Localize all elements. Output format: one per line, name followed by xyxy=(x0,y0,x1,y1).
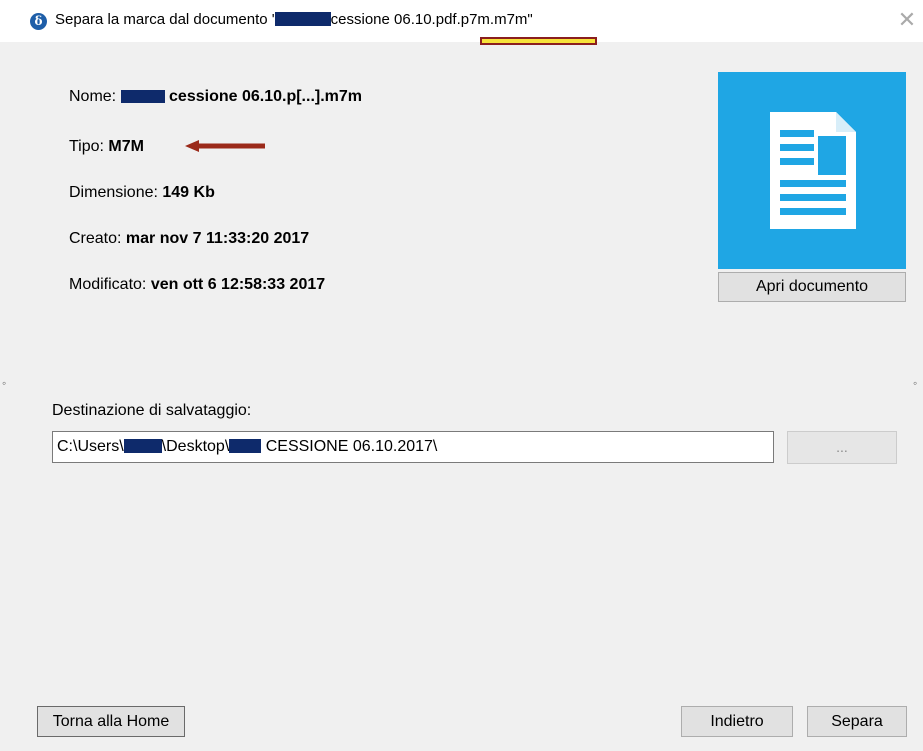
file-modified-row: Modificato: ven ott 6 12:58:33 2017 xyxy=(69,276,325,294)
file-name-label: Nome: xyxy=(69,88,121,105)
file-name-value: cessione 06.10.p[...].m7m xyxy=(169,88,363,105)
file-type-value: M7M xyxy=(108,138,144,155)
file-name-row: Nome: cessione 06.10.p[...].m7m xyxy=(69,88,362,106)
split-button[interactable]: Separa xyxy=(807,706,907,737)
file-size-row: Dimensione: 149 Kb xyxy=(69,184,215,202)
file-type-row: Tipo: M7M xyxy=(69,138,144,156)
path-part-users: C:\Users\ xyxy=(57,438,124,455)
file-modified-value: ven ott 6 12:58:33 2017 xyxy=(150,276,326,293)
redaction-box xyxy=(229,439,262,453)
app-icon: δ xyxy=(30,13,47,30)
title-bar: δ Separa la marca dal documento ' cession… xyxy=(0,0,923,42)
destination-path-input[interactable]: C:\Users\ \Desktop\ CESSIONE 06.10.2017\ xyxy=(52,431,774,463)
redaction-box xyxy=(123,439,162,453)
highlight-annotation xyxy=(480,37,597,45)
path-part-folder: CESSIONE 06.10.2017\ xyxy=(261,438,438,455)
arrow-annotation-icon xyxy=(185,140,265,152)
destination-label: Destinazione di salvataggio: xyxy=(52,402,252,419)
window-title: Separa la marca dal documento ' cessione … xyxy=(55,11,533,28)
file-size-value: 149 Kb xyxy=(162,184,215,201)
redaction-box xyxy=(120,90,165,103)
window-title-prefix: Separa la marca dal documento ' xyxy=(55,11,275,28)
back-button[interactable]: Indietro xyxy=(681,706,793,737)
document-icon xyxy=(770,112,856,229)
open-document-button[interactable]: Apri documento xyxy=(718,272,906,302)
close-icon[interactable]: ✕ xyxy=(895,8,919,32)
document-preview xyxy=(718,72,906,269)
file-type-label: Tipo: xyxy=(69,138,109,155)
path-part-desktop: \Desktop\ xyxy=(161,438,230,455)
file-modified-label: Modificato: xyxy=(69,276,151,293)
window-title-suffix: cessione 06.10.pdf.p7m.m7m" xyxy=(330,11,533,28)
split-mark-dialog: δ Separa la marca dal documento ' cession… xyxy=(0,0,923,751)
redaction-box xyxy=(274,12,331,26)
file-size-label: Dimensione: xyxy=(69,184,163,201)
file-created-row: Creato: mar nov 7 11:33:20 2017 xyxy=(69,230,309,248)
file-created-label: Creato: xyxy=(69,230,126,247)
file-created-value: mar nov 7 11:33:20 2017 xyxy=(125,230,310,247)
resize-handle-left: ◦ xyxy=(2,376,7,390)
browse-button[interactable]: ... xyxy=(787,431,897,464)
resize-handle-right: ◦ xyxy=(913,376,918,390)
home-button[interactable]: Torna alla Home xyxy=(37,706,185,737)
